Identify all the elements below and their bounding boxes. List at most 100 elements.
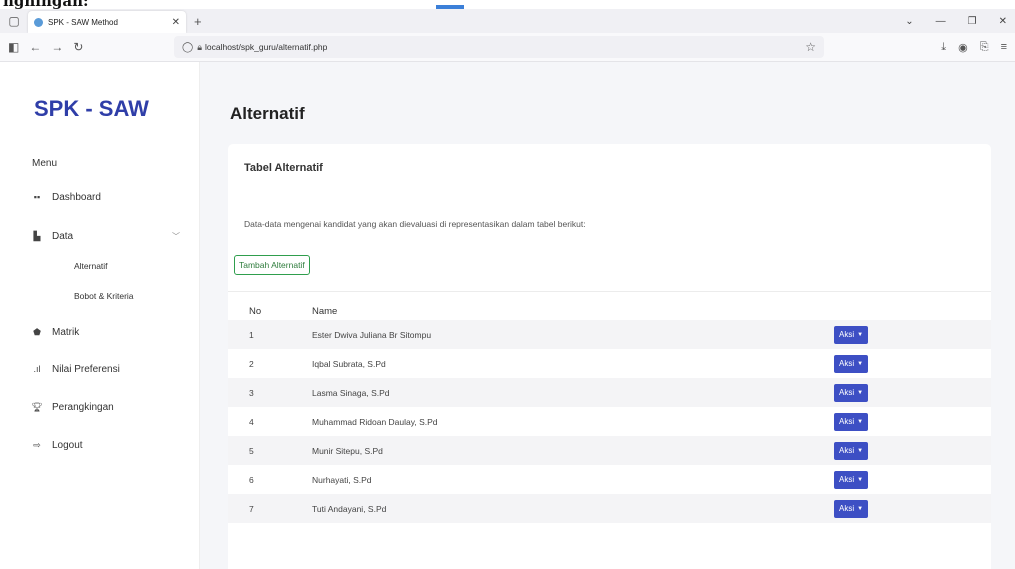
- sidebar-item-dashboard[interactable]: ▪▪ Dashboard: [30, 188, 180, 206]
- cell-no: 2: [249, 358, 254, 369]
- cell-no: 1: [228, 320, 312, 349]
- sidebar-item-label: Logout: [52, 439, 83, 451]
- aksi-dropdown-button[interactable]: Aksi ▼: [834, 325, 869, 344]
- page-title: Alternatif: [230, 104, 305, 123]
- toolbar-icons: ⤓ ◉ ⎘ ≡: [941, 41, 1015, 54]
- aksi-label: Aksi: [839, 359, 855, 368]
- aksi-label: Aksi: [839, 446, 855, 455]
- close-window-icon[interactable]: ✕: [999, 16, 1007, 27]
- card-description: Data-data mengenai kandidat yang akan di…: [244, 219, 586, 229]
- header-action: [834, 302, 991, 320]
- cell-action: Aksi ▼: [834, 349, 991, 378]
- forward-icon[interactable]: →: [51, 40, 63, 54]
- add-alternatif-button[interactable]: Tambah Alternatif: [234, 255, 310, 275]
- aksi-dropdown-button[interactable]: Aksi ▼: [834, 412, 869, 431]
- cell-name: Tuti Andayani, S.Pd: [312, 494, 834, 523]
- cell-action: Aksi ▼: [834, 494, 991, 523]
- cell-name: Lasma Sinaga, S.Pd: [312, 378, 834, 407]
- sidebar-subitem-alternatif[interactable]: Alternatif: [74, 261, 108, 271]
- main-content: Alternatif Tabel Alternatif Data-data me…: [200, 62, 1015, 569]
- reload-icon[interactable]: ↻: [73, 40, 83, 54]
- caret-down-icon: ▼: [857, 418, 864, 425]
- bar-chart-icon: .ıl: [33, 364, 41, 374]
- chevron-down-icon[interactable]: ⌄: [905, 16, 913, 27]
- back-icon[interactable]: ←: [29, 40, 41, 54]
- sidebar-item-label: Perangkingan: [52, 401, 114, 413]
- cell-action: Aksi ▼: [834, 436, 991, 465]
- browser-tab[interactable]: SPK - SAW Method ✕: [28, 11, 186, 33]
- browser-nav-bar: ◧ ← → ↻ ◯ 🔒︎ localhost/spk_guru/alternat…: [0, 33, 1015, 62]
- sidebar: SPK - SAW Menu ▪▪ Dashboard ▙ Data ﹀ Alt…: [0, 62, 200, 569]
- bookmark-star-icon[interactable]: ☆: [805, 40, 816, 54]
- sidebar-toggle-icon[interactable]: ◧: [8, 40, 19, 54]
- table-row: 5 Munir Sitepu, S.Pd Aksi ▼: [228, 436, 991, 465]
- sidebar-item-perangkingan[interactable]: 🏆︎ Perangkingan: [30, 398, 180, 416]
- cell-name: Nurhayati, S.Pd: [312, 474, 372, 485]
- aksi-dropdown-button[interactable]: Aksi ▼: [834, 470, 869, 489]
- pentagon-icon: ⬟: [33, 326, 41, 337]
- cell-action: Aksi ▼: [834, 378, 991, 407]
- shield-icon[interactable]: ◯: [182, 42, 193, 53]
- alternatif-table: No Name 1 Ester Dwiva Juliana Br Sitompu…: [228, 302, 991, 523]
- aksi-label: Aksi: [839, 417, 855, 426]
- aksi-dropdown-button[interactable]: Aksi ▼: [834, 383, 869, 402]
- document-icon: ▙: [33, 230, 41, 241]
- caption-text: nghingan:: [3, 0, 89, 9]
- sidebar-subitem-bobot-kriteria[interactable]: Bobot & Kriteria: [74, 291, 134, 301]
- sidebar-item-label: Matrik: [52, 326, 80, 338]
- table-row: 4 Muhammad Ridoan Daulay, S.Pd Aksi ▼: [228, 407, 991, 436]
- chevron-down-icon: ﹀: [172, 231, 180, 241]
- caret-down-icon: ▼: [857, 331, 864, 338]
- cell-name: Munir Sitepu, S.Pd: [312, 436, 834, 465]
- table-row: 6 Nurhayati, S.Pd Aksi ▼: [228, 465, 991, 494]
- download-icon[interactable]: ⤓: [941, 41, 946, 54]
- nav-buttons: ◧ ← → ↻: [0, 40, 180, 54]
- table-row: 3 Lasma Sinaga, S.Pd Aksi ▼: [228, 378, 991, 407]
- cell-no: 5: [228, 436, 312, 465]
- sidebar-item-label: Data: [52, 230, 74, 242]
- caret-down-icon: ▼: [857, 476, 864, 483]
- sidebar-item-nilai-preferensi[interactable]: .ıl Nilai Preferensi: [30, 360, 180, 378]
- logout-icon: ⇨: [33, 439, 41, 450]
- browser-tab-bar: ▢ SPK - SAW Method ✕ + ⌄ — ❐ ✕: [0, 9, 1015, 33]
- url-text[interactable]: localhost/spk_guru/alternatif.php: [205, 42, 805, 52]
- aksi-label: Aksi: [839, 504, 855, 513]
- cell-no: 4: [249, 416, 254, 427]
- tab-close-icon[interactable]: ✕: [172, 17, 180, 28]
- table-row: 1 Ester Dwiva Juliana Br Sitompu Aksi ▼: [228, 320, 991, 349]
- trophy-icon: 🏆︎: [31, 401, 43, 412]
- tab-list-icon[interactable]: ▢: [0, 9, 28, 33]
- sidebar-item-logout[interactable]: ⇨ Logout: [30, 436, 180, 454]
- aksi-dropdown-button[interactable]: Aksi ▼: [834, 499, 869, 518]
- menu-heading: Menu: [32, 158, 58, 169]
- caret-down-icon: ▼: [857, 447, 864, 454]
- aksi-label: Aksi: [839, 330, 855, 339]
- table-header-row: No Name: [228, 302, 991, 320]
- caret-down-icon: ▼: [857, 360, 864, 367]
- header-name: Name: [312, 305, 338, 317]
- divider: [228, 291, 991, 292]
- card-title: Tabel Alternatif: [244, 162, 323, 174]
- cell-name: Ester Dwiva Juliana Br Sitompu: [312, 320, 834, 349]
- aksi-dropdown-button[interactable]: Aksi ▼: [834, 354, 869, 373]
- account-icon[interactable]: ◉: [958, 41, 968, 54]
- cell-no: 6: [249, 474, 254, 485]
- brand-title[interactable]: SPK - SAW: [34, 96, 149, 122]
- aksi-dropdown-button[interactable]: Aksi ▼: [834, 441, 869, 460]
- stray-caption: nghingan:: [0, 0, 1015, 9]
- maximize-icon[interactable]: ❐: [968, 16, 977, 27]
- sidebar-item-data[interactable]: ▙ Data ﹀: [30, 227, 180, 245]
- aksi-label: Aksi: [839, 388, 855, 397]
- sidebar-item-label: Dashboard: [52, 191, 101, 203]
- lock-icon[interactable]: 🔒︎: [197, 42, 202, 53]
- menu-icon[interactable]: ≡: [1001, 41, 1007, 54]
- favicon-icon: [34, 17, 43, 27]
- new-tab-icon[interactable]: +: [194, 14, 202, 29]
- minimize-icon[interactable]: —: [936, 16, 946, 27]
- extensions-icon[interactable]: ⎘: [980, 41, 989, 54]
- sidebar-item-matrik[interactable]: ⬟ Matrik: [30, 323, 180, 341]
- cell-action: Aksi ▼: [834, 465, 991, 494]
- cell-action: Aksi ▼: [834, 320, 991, 349]
- address-bar[interactable]: ◯ 🔒︎ localhost/spk_guru/alternatif.php ☆: [174, 36, 824, 58]
- aksi-label: Aksi: [839, 475, 855, 484]
